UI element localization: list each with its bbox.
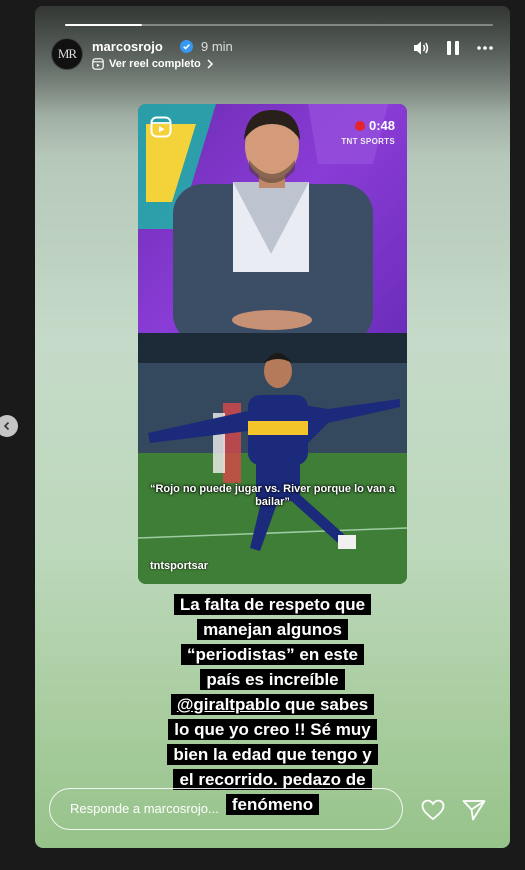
send-icon[interactable]	[462, 799, 486, 826]
story-progress-fill	[65, 24, 143, 26]
previous-story-button[interactable]	[0, 414, 18, 438]
post-time: 9 min	[201, 39, 233, 54]
source-watermark: tntsportsar	[150, 560, 209, 572]
reel-preview[interactable]: 0:48 TNT SPORTS “Rojo no puede jugar vs.…	[138, 104, 407, 584]
caption-line: país es increíble	[200, 669, 345, 690]
timer-text: 0:48	[368, 118, 395, 133]
reel-link-label: Ver reel completo	[109, 58, 201, 70]
story-progress-bar	[65, 24, 493, 26]
record-dot	[354, 120, 365, 131]
caption-line: lo que yo creo !! Sé muy	[168, 719, 377, 740]
reply-input[interactable]: Responde a marcosrojo...	[49, 788, 403, 830]
more-icon[interactable]	[476, 40, 494, 56]
heart-icon[interactable]	[421, 799, 445, 826]
tv-studio-frame: 0:48 TNT SPORTS	[138, 104, 407, 333]
user-mention-link[interactable]: @giraltpablo	[177, 695, 280, 714]
volume-icon[interactable]	[412, 40, 430, 56]
photo-quote: “Rojo no puede jugar vs. River porque lo…	[149, 483, 396, 508]
caption-text: que sabes	[280, 695, 369, 714]
verified-icon	[180, 40, 193, 53]
reel-icon	[150, 116, 172, 143]
caption-line: @giraltpablo que sabes	[170, 694, 375, 715]
caption-line: el recorrido. pedazo de	[173, 769, 372, 790]
live-timer: 0:48	[354, 118, 395, 133]
broadcaster-logo: TNT SPORTS	[341, 137, 395, 146]
caption-line: La falta de respeto que	[173, 594, 372, 615]
story-controls	[412, 40, 494, 56]
match-photo-frame: “Rojo no puede jugar vs. River porque lo…	[138, 333, 407, 584]
username[interactable]: marcosrojo	[92, 39, 163, 54]
caption-line: manejan algunos	[197, 619, 348, 640]
story-viewer[interactable]: MR marcosrojo 9 min Ver reel completo 0:…	[35, 6, 510, 848]
pause-icon[interactable]	[446, 40, 460, 56]
story-header: MR marcosrojo 9 min Ver reel completo	[51, 38, 494, 78]
story-caption: La falta de respeto que manejan algunos …	[135, 592, 410, 817]
reel-icon	[92, 58, 104, 70]
caption-line: bien la edad que tengo y	[167, 744, 378, 765]
caption-line: “periodistas” en este	[180, 644, 364, 665]
avatar[interactable]: MR	[51, 38, 83, 70]
chevron-right-icon	[207, 59, 213, 69]
chevron-left-icon	[0, 415, 18, 437]
view-full-reel-link[interactable]: Ver reel completo	[92, 58, 214, 70]
